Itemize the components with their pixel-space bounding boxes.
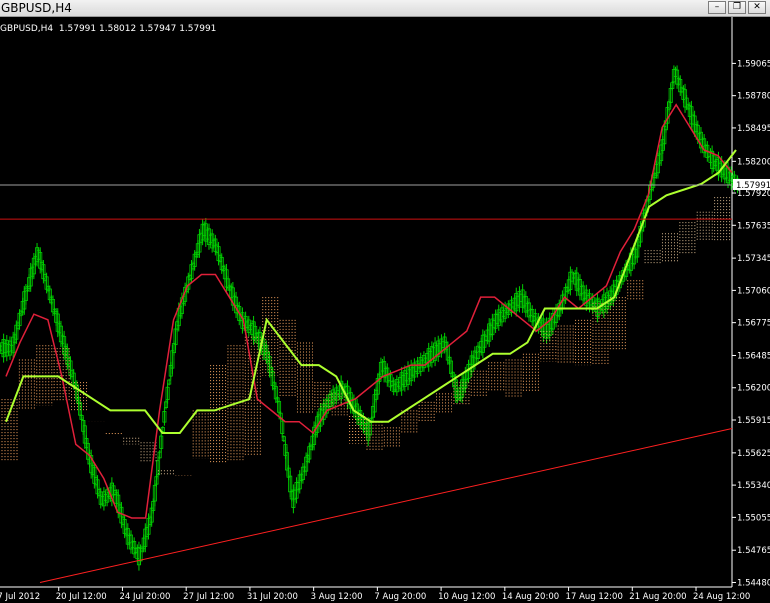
- price-tick-label: 1.55625: [737, 449, 770, 459]
- time-tick-label: 21 Aug 20:00: [629, 592, 686, 602]
- price-tick-label: 1.57345: [737, 254, 770, 264]
- price-tick-label: 1.56775: [737, 319, 770, 329]
- time-tick-label: 20 Jul 12:00: [56, 592, 107, 602]
- kijun-sen-line: [5, 149, 737, 435]
- time-tick-label: 14 Aug 20:00: [502, 592, 559, 602]
- price-tick-label: 1.58495: [737, 124, 770, 134]
- info-close: 1.57991: [179, 24, 217, 34]
- price-tick-label: 1.55055: [737, 513, 770, 523]
- price-tick-label: 1.54765: [737, 546, 770, 556]
- time-tick-label: 17 Jul 2012: [0, 592, 40, 602]
- price-tick-label: 1.57060: [737, 286, 770, 296]
- time-tick-label: 24 Aug 12:00: [693, 592, 750, 602]
- window-title: GBPUSD,H4: [1, 1, 72, 15]
- price-tick-label: 1.58200: [737, 157, 770, 167]
- restore-icon[interactable]: ❐: [728, 1, 746, 14]
- time-tick-label: 10 Aug 12:00: [438, 592, 495, 602]
- time-tick-label: 31 Jul 20:00: [247, 592, 298, 602]
- info-high: 1.58012: [99, 24, 137, 34]
- minimize-icon[interactable]: –: [708, 1, 726, 14]
- time-tick-label: 27 Jul 12:00: [183, 592, 234, 602]
- current-price-label: 1.57991: [736, 181, 770, 191]
- window-titlebar: GBPUSD,H4 – ❐ ✕: [0, 0, 770, 17]
- info-low: 1.57947: [139, 24, 177, 34]
- price-tick-label: 1.55340: [737, 481, 770, 491]
- price-tick-label: 1.54480: [737, 578, 770, 588]
- window-controls: – ❐ ✕: [708, 1, 766, 14]
- ohlc-info: GBPUSD,H4 1.57991 1.58012 1.57947 1.5799…: [0, 23, 216, 35]
- tenkan-sen-line: [5, 103, 733, 519]
- price-tick-label: 1.57635: [737, 221, 770, 231]
- time-tick-label: 24 Jul 20:00: [119, 592, 170, 602]
- price-tick-label: 1.56485: [737, 351, 770, 361]
- price-tick-label: 1.58780: [737, 92, 770, 102]
- time-tick-label: 3 Aug 12:00: [311, 592, 363, 602]
- price-tick-label: 1.59065: [737, 59, 770, 69]
- close-icon[interactable]: ✕: [748, 1, 766, 14]
- info-symbol: GBPUSD,H4: [0, 24, 54, 34]
- price-tick-label: 1.56200: [737, 384, 770, 394]
- time-tick-label: 7 Aug 20:00: [374, 592, 426, 602]
- info-open: 1.57991: [58, 24, 97, 34]
- price-chart[interactable]: 1.590651.587801.584951.582001.579201.576…: [0, 17, 770, 603]
- time-tick-label: 17 Aug 12:00: [566, 592, 623, 602]
- price-tick-label: 1.55915: [737, 416, 770, 426]
